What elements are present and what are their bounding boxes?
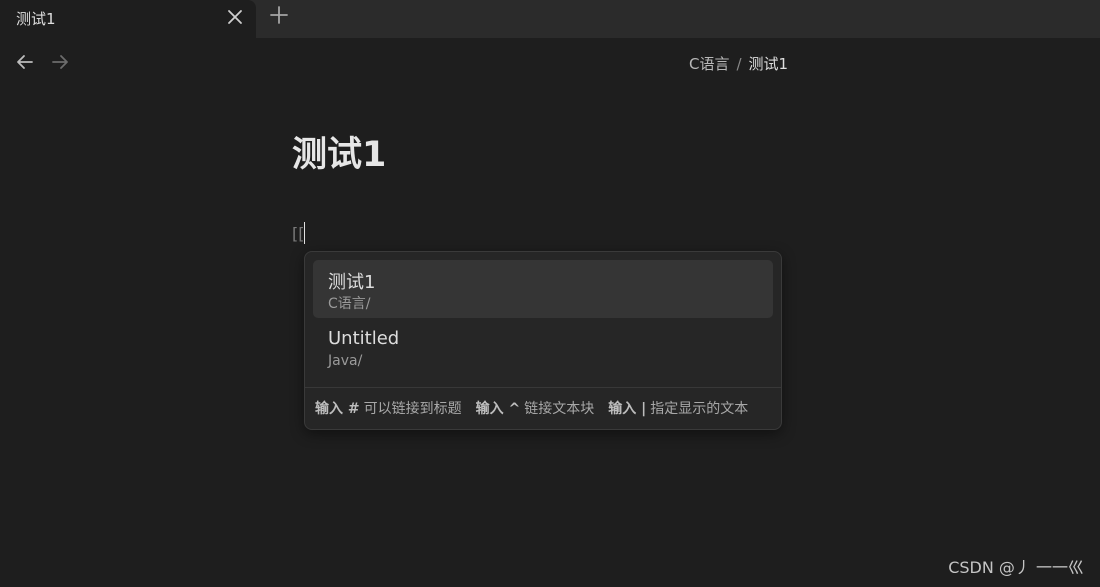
suggestion-title: 测试1 [328, 272, 376, 293]
hint-text: 指定显示的文本 [650, 401, 749, 417]
typed-text: [[ [292, 223, 305, 243]
breadcrumb-current[interactable]: 测试1 [749, 53, 789, 74]
hint-text: 链接文本块 [524, 401, 595, 417]
hint-heading: 输入 # 可以链接到标题 [315, 398, 462, 418]
close-icon[interactable] [226, 8, 244, 26]
plus-icon[interactable] [269, 5, 289, 25]
breadcrumb-folder[interactable]: C语言 [689, 53, 729, 74]
arrow-left-icon[interactable] [16, 53, 34, 71]
tab-active[interactable]: 测试1 [0, 0, 256, 38]
suggestion-item[interactable]: 测试1 C语言/ [313, 260, 773, 318]
hint-text: 可以链接到标题 [363, 401, 462, 417]
suggestion-title: Untitled [328, 328, 400, 349]
hint-key: 输入 | [608, 401, 647, 417]
page-title[interactable]: 测试1 [292, 126, 386, 177]
hint-key: 输入 ^ [475, 401, 521, 417]
suggestion-path: Java/ [328, 353, 363, 369]
editor-line[interactable]: [[ [292, 222, 306, 244]
breadcrumb: C语言 / 测试1 [689, 53, 788, 74]
text-cursor [304, 222, 306, 244]
tab-bar: 测试1 [0, 0, 1100, 38]
suggestion-path: C语言/ [328, 296, 371, 312]
breadcrumb-separator: / [736, 54, 742, 73]
popup-divider [305, 387, 781, 388]
watermark: CSDN @丿 一一巛 [948, 558, 1084, 577]
arrow-right-icon[interactable] [51, 53, 69, 71]
hint-key: 输入 # [315, 401, 360, 417]
popup-hints: 输入 # 可以链接到标题 输入 ^ 链接文本块 输入 | 指定显示的文本 [315, 398, 748, 418]
tab-title: 测试1 [16, 10, 56, 28]
link-suggestion-popup: 测试1 C语言/ Untitled Java/ 输入 # 可以链接到标题 输入 ^… [304, 251, 782, 430]
suggestion-item[interactable]: Untitled Java/ [313, 320, 773, 378]
hint-alias: 输入 | 指定显示的文本 [608, 398, 748, 418]
hint-block: 输入 ^ 链接文本块 [476, 398, 595, 418]
